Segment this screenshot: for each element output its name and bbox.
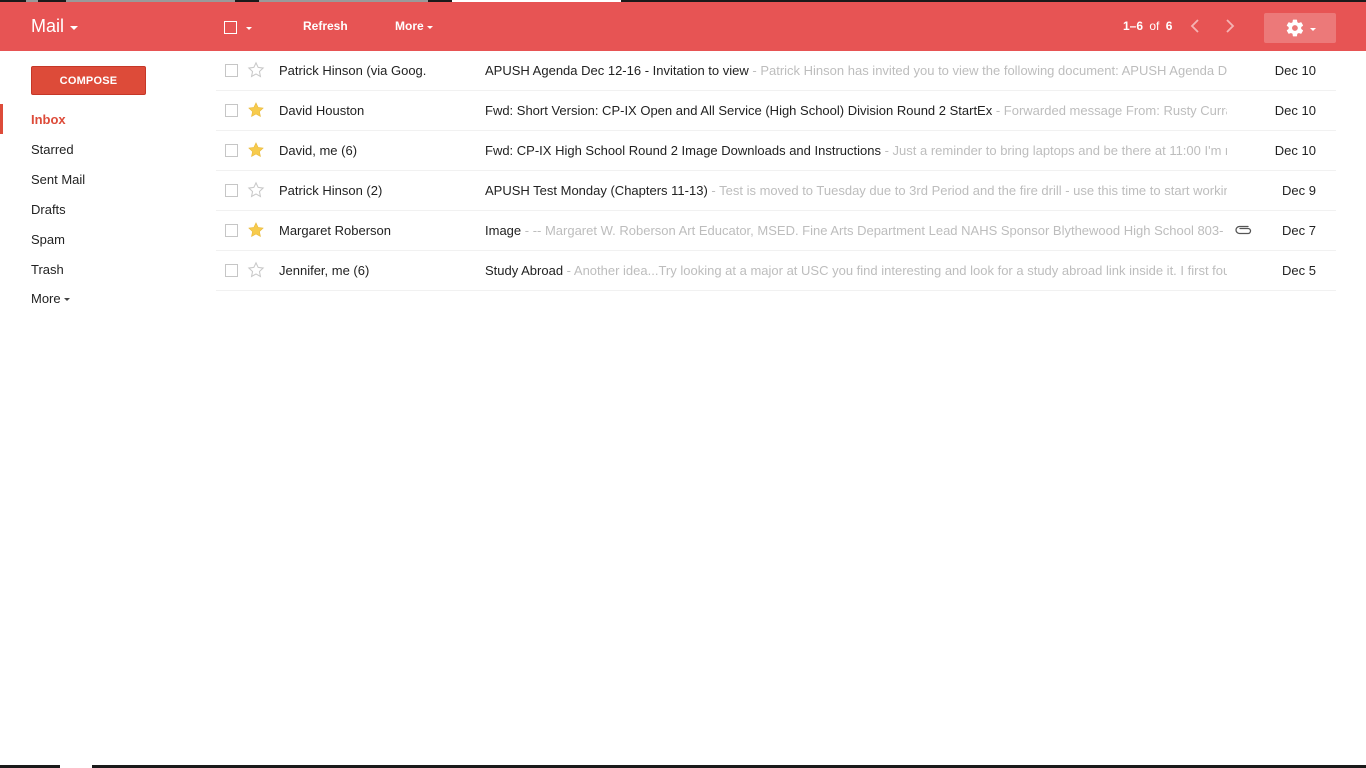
row-checkbox[interactable] <box>225 144 238 157</box>
star-toggle[interactable] <box>247 101 265 119</box>
sidebar-more-button[interactable]: More <box>31 291 70 306</box>
message-row[interactable]: Jennifer, me (6) Study Abroad - Another … <box>216 251 1336 291</box>
sidebar-item-label: Spam <box>31 232 65 247</box>
message-preview: Fwd: CP-IX High School Round 2 Image Dow… <box>485 143 1227 158</box>
pager-range: 1–6 <box>1123 19 1144 33</box>
message-snippet: - Just a reminder to bring laptops and b… <box>880 143 1227 158</box>
star-icon <box>247 61 265 78</box>
pager-of: of <box>1149 19 1160 33</box>
refresh-button[interactable]: Refresh <box>303 19 348 33</box>
chevron-down-icon <box>70 25 79 30</box>
message-date: Dec 10 <box>1274 143 1316 158</box>
message-preview: Study Abroad - Another idea...Try lookin… <box>485 263 1227 278</box>
message-preview: APUSH Test Monday (Chapters 11-13) - Tes… <box>485 183 1227 198</box>
select-all-checkbox[interactable] <box>224 21 252 34</box>
attachment-indicator <box>1235 224 1253 238</box>
message-row[interactable]: David, me (6) Fwd: CP-IX High School Rou… <box>216 131 1336 171</box>
message-subject: Fwd: Short Version: CP-IX Open and All S… <box>485 103 993 118</box>
message-subject: Study Abroad <box>485 263 564 278</box>
sidebar: COMPOSE Inbox Starred Sent Mail Drafts S… <box>0 51 216 768</box>
checkbox-icon <box>224 21 237 34</box>
message-snippet: - Another idea...Try looking at a major … <box>563 263 1227 278</box>
sidebar-item-spam[interactable]: Spam <box>0 224 216 254</box>
row-checkbox[interactable] <box>225 224 238 237</box>
sidebar-item-label: Drafts <box>31 202 66 217</box>
message-subject: Fwd: CP-IX High School Round 2 Image Dow… <box>485 143 881 158</box>
sidebar-item-drafts[interactable]: Drafts <box>0 194 216 224</box>
message-sender: David Houston <box>279 103 365 118</box>
refresh-label: Refresh <box>303 19 348 33</box>
compose-button[interactable]: COMPOSE <box>31 66 146 95</box>
more-label: More <box>395 19 424 33</box>
more-actions-button[interactable]: More <box>395 19 433 33</box>
message-row[interactable]: Patrick Hinson (2) APUSH Test Monday (Ch… <box>216 171 1336 211</box>
message-date: Dec 7 <box>1282 223 1316 238</box>
pager-total: 6 <box>1165 19 1173 33</box>
row-checkbox[interactable] <box>225 64 238 77</box>
chevron-down-icon <box>1309 27 1316 31</box>
compose-label: COMPOSE <box>59 75 118 87</box>
star-toggle[interactable] <box>247 61 265 79</box>
row-checkbox[interactable] <box>225 264 238 277</box>
sidebar-item-label: Starred <box>31 142 74 157</box>
sidebar-item-trash[interactable]: Trash <box>0 254 216 284</box>
message-snippet: - Patrick Hinson has invited you to view… <box>748 63 1227 78</box>
sidebar-item-label: Inbox <box>31 112 66 127</box>
row-checkbox[interactable] <box>225 184 238 197</box>
star-icon <box>248 142 264 158</box>
message-snippet: - Forwarded message From: Rusty Curran <box>992 103 1227 118</box>
star-icon <box>247 181 265 198</box>
chevron-down-icon <box>426 25 433 29</box>
chevron-down-icon <box>63 298 70 301</box>
star-toggle[interactable] <box>247 141 265 159</box>
message-subject: APUSH Agenda Dec 12-16 - Invitation to v… <box>485 63 749 78</box>
star-icon <box>247 261 265 278</box>
chevron-left-icon <box>1190 19 1199 33</box>
star-toggle[interactable] <box>247 261 265 279</box>
pager-count: 1–6 of 6 <box>1123 19 1172 33</box>
gear-icon <box>1286 19 1303 37</box>
message-row[interactable]: Margaret Roberson Image - -- Margaret W.… <box>216 211 1336 251</box>
star-icon <box>248 102 264 118</box>
message-list: Patrick Hinson (via Goog. APUSH Agenda D… <box>216 51 1336 291</box>
message-date: Dec 5 <box>1282 263 1316 278</box>
chevron-right-icon <box>1226 19 1235 33</box>
message-sender: Patrick Hinson (via Goog. <box>279 63 427 78</box>
sidebar-item-inbox[interactable]: Inbox <box>0 104 216 134</box>
sidebar-item-sent-mail[interactable]: Sent Mail <box>0 164 216 194</box>
message-snippet: - Test is moved to Tuesday due to 3rd Pe… <box>707 183 1227 198</box>
star-icon <box>248 222 264 238</box>
app-switcher[interactable]: Mail <box>31 16 79 37</box>
message-row[interactable]: David Houston Fwd: Short Version: CP-IX … <box>216 91 1336 131</box>
older-button[interactable] <box>1185 16 1205 36</box>
app-title: Mail <box>31 16 65 36</box>
message-sender: Jennifer, me (6) <box>279 263 370 278</box>
paperclip-icon <box>1235 225 1252 235</box>
message-sender: Patrick Hinson (2) <box>279 183 383 198</box>
message-snippet: - -- Margaret W. Roberson Art Educator, … <box>521 223 1224 238</box>
star-toggle[interactable] <box>247 181 265 199</box>
sidebar-more-label: More <box>31 291 61 306</box>
chevron-down-icon <box>246 27 252 30</box>
message-preview: Fwd: Short Version: CP-IX Open and All S… <box>485 103 1227 118</box>
star-toggle[interactable] <box>247 221 265 239</box>
message-preview: APUSH Agenda Dec 12-16 - Invitation to v… <box>485 63 1227 78</box>
message-subject: Image <box>485 223 522 238</box>
newer-button[interactable] <box>1220 16 1240 36</box>
message-date: Dec 10 <box>1274 63 1316 78</box>
sidebar-item-label: Sent Mail <box>31 172 86 187</box>
sidebar-item-starred[interactable]: Starred <box>0 134 216 164</box>
message-sender: Margaret Roberson <box>279 223 391 238</box>
message-row[interactable]: Patrick Hinson (via Goog. APUSH Agenda D… <box>216 51 1336 91</box>
settings-button[interactable] <box>1264 13 1336 43</box>
message-date: Dec 10 <box>1274 103 1316 118</box>
message-preview: Image - -- Margaret W. Roberson Art Educ… <box>485 223 1227 238</box>
message-date: Dec 9 <box>1282 183 1316 198</box>
row-checkbox[interactable] <box>225 104 238 117</box>
message-subject: APUSH Test Monday (Chapters 11-13) <box>485 183 708 198</box>
sidebar-item-label: Trash <box>31 262 64 277</box>
top-toolbar: Mail Refresh More 1–6 of 6 <box>0 2 1366 51</box>
message-sender: David, me (6) <box>279 143 358 158</box>
